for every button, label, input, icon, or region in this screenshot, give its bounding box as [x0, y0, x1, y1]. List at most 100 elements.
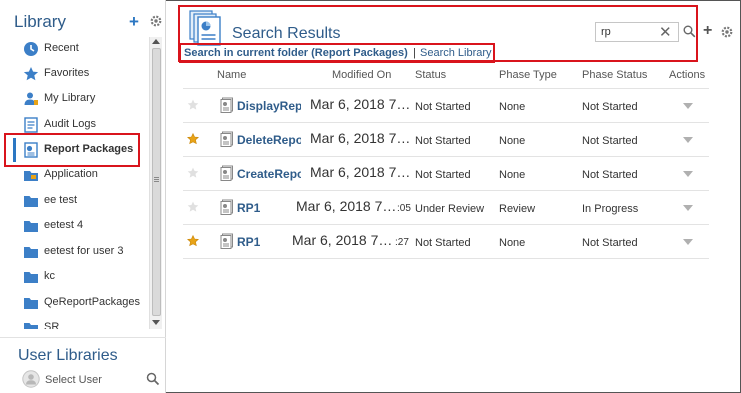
- column-header-actions: Actions: [669, 69, 706, 81]
- actions-dropdown-icon[interactable]: [683, 171, 693, 177]
- library-sidebar: Library + Recent Favorites My Library Au…: [0, 0, 166, 393]
- sidebar-item-kc[interactable]: kc: [0, 265, 148, 289]
- folder-icon: [24, 247, 38, 258]
- favorite-star-icon[interactable]: [187, 133, 199, 145]
- scrollbar-thumb[interactable]: [152, 48, 161, 316]
- gear-icon[interactable]: [149, 14, 163, 28]
- audit-icon: [24, 117, 38, 133]
- scroll-grip-icon: [154, 177, 159, 178]
- column-header-phase-status[interactable]: Phase Status: [582, 69, 647, 81]
- favorite-star-icon[interactable]: [187, 235, 199, 247]
- phase-status-value: In Progress: [582, 203, 639, 215]
- actions-dropdown-icon[interactable]: [683, 103, 693, 109]
- phase-type-value: None: [499, 101, 526, 113]
- report-package-icon: [220, 97, 233, 113]
- sidebar-item-ee-test[interactable]: ee test: [0, 189, 148, 213]
- sidebar-item-label: Application: [44, 168, 98, 180]
- folder-icon: [24, 196, 38, 207]
- table-row[interactable]: RP1 :27 Mar 6, 2018 7… Not Started None …: [183, 225, 709, 259]
- report-package-name[interactable]: DisplayRepo: [237, 99, 301, 113]
- favorite-star-icon[interactable]: [187, 99, 199, 111]
- sidebar-item-label: QeReportPackages: [44, 296, 140, 308]
- table-row[interactable]: CreateRepo Mar 6, 2018 7… Not Started No…: [183, 157, 709, 191]
- sidebar-item-label: SR: [44, 321, 60, 329]
- star-icon: [23, 67, 39, 81]
- select-user-label: Select User: [45, 374, 102, 386]
- column-header-phase-type[interactable]: Phase Type: [499, 69, 557, 81]
- favorite-star-icon[interactable]: [187, 167, 199, 179]
- status-value: Not Started: [415, 237, 471, 249]
- folder-icon: [24, 221, 38, 232]
- status-value: Under Review: [415, 203, 485, 215]
- report-package-icon: [220, 233, 233, 249]
- user-icon: [24, 92, 38, 105]
- actions-dropdown-icon[interactable]: [683, 137, 693, 143]
- table-row[interactable]: DeleteRepo Mar 6, 2018 7… Not Started No…: [183, 123, 709, 157]
- phase-status-value: Not Started: [582, 135, 638, 147]
- divider: [0, 337, 166, 338]
- select-user-field[interactable]: Select User: [18, 369, 163, 389]
- search-results-panel: Search Results rp ✕ + Search in current …: [167, 0, 741, 393]
- sidebar-item-label: eetest 4: [44, 219, 84, 231]
- add-icon[interactable]: +: [703, 23, 712, 39]
- modified-on-value: Mar 6, 2018 7…: [310, 164, 411, 180]
- sidebar-item-qereportpackages[interactable]: QeReportPackages: [0, 291, 148, 315]
- sidebar-item-label: eetest for user 3: [44, 245, 124, 257]
- folder-icon: [24, 272, 38, 283]
- library-header: Library +: [14, 12, 164, 36]
- folder-icon: [24, 323, 38, 329]
- status-value: Not Started: [415, 169, 471, 181]
- sidebar-item-favorites[interactable]: Favorites: [0, 62, 148, 86]
- highlight-box: [4, 133, 140, 167]
- report-package-name[interactable]: RP1: [237, 201, 301, 215]
- phase-status-value: Not Started: [582, 101, 638, 113]
- sidebar-item-eetest-4[interactable]: eetest 4: [0, 214, 148, 238]
- user-libraries-title: User Libraries: [18, 347, 118, 364]
- report-package-icon: [220, 131, 233, 147]
- actions-dropdown-icon[interactable]: [683, 239, 693, 245]
- modified-on-value: Mar 6, 2018 7…: [310, 130, 411, 146]
- modified-on-value: Mar 6, 2018 7…: [310, 96, 411, 112]
- sidebar-item-sr[interactable]: SR: [0, 316, 148, 329]
- sidebar-item-label: Favorites: [44, 67, 90, 79]
- clock-icon: [24, 42, 38, 56]
- sidebar-item-label: Recent: [44, 42, 79, 54]
- phase-type-value: None: [499, 135, 526, 147]
- favorite-star-icon[interactable]: [187, 201, 199, 213]
- modified-on-value: Mar 6, 2018 7…: [296, 198, 397, 214]
- search-icon[interactable]: [146, 372, 160, 386]
- report-package-icon: [220, 165, 233, 181]
- column-header-status[interactable]: Status: [415, 69, 446, 81]
- folder-icon: [24, 298, 38, 309]
- phase-type-value: None: [499, 169, 526, 181]
- sidebar-item-eetest-for-user-3[interactable]: eetest for user 3: [0, 240, 148, 264]
- phase-status-value: Not Started: [582, 237, 638, 249]
- sidebar-item-my-library[interactable]: My Library: [0, 87, 148, 111]
- status-value: Not Started: [415, 101, 471, 113]
- actions-dropdown-icon[interactable]: [683, 205, 693, 211]
- modified-on-value: Mar 6, 2018 7…: [292, 232, 393, 248]
- modified-on-tail: :05: [397, 203, 411, 214]
- modified-on-tail: :27: [395, 237, 409, 248]
- column-header-modified-on[interactable]: Modified On: [332, 69, 391, 81]
- add-library-icon[interactable]: +: [129, 13, 139, 30]
- report-package-name[interactable]: CreateRepo: [237, 167, 301, 181]
- table-row[interactable]: DisplayRepo Mar 6, 2018 7… Not Started N…: [183, 89, 709, 123]
- column-header-name[interactable]: Name: [217, 69, 246, 81]
- report-package-name[interactable]: DeleteRepo: [237, 133, 301, 147]
- library-title: Library: [14, 12, 66, 31]
- phase-type-value: None: [499, 237, 526, 249]
- sidebar-scrollbar[interactable]: [149, 37, 162, 329]
- gear-icon[interactable]: [720, 25, 734, 39]
- scroll-up-icon[interactable]: [152, 39, 160, 44]
- sidebar-item-label: Audit Logs: [44, 118, 96, 130]
- report-package-icon: [220, 199, 233, 215]
- application-icon: [24, 171, 38, 181]
- scroll-down-icon[interactable]: [152, 320, 160, 325]
- sidebar-item-label: ee test: [44, 194, 78, 206]
- status-value: Not Started: [415, 135, 471, 147]
- sidebar-item-label: kc: [44, 270, 55, 282]
- sidebar-item-recent[interactable]: Recent: [0, 37, 148, 61]
- sidebar-item-label: My Library: [44, 92, 96, 104]
- table-row[interactable]: RP1 :05 Mar 6, 2018 7… Under Review Revi…: [183, 191, 709, 225]
